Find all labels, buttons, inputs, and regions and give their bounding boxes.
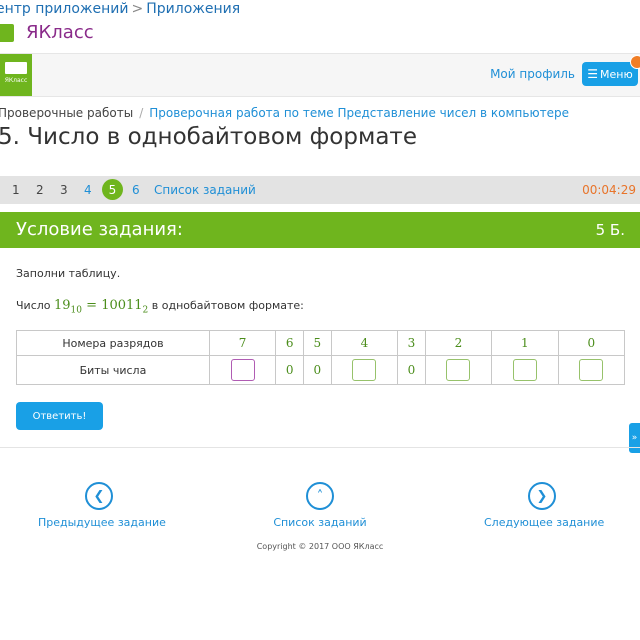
page-2[interactable]: 2 [36,183,44,197]
breadcrumb-app-center[interactable]: ентр приложений [0,1,129,17]
task-pager: 1 2 3 4 5 6 Список заданий 00:04:29 [0,176,640,204]
position-cell: 7 [208,330,277,356]
page-breadcrumb: Проверочные работы / Проверочная работа по… [0,106,569,120]
position-cell: 6 [275,330,305,356]
site-logo[interactable]: ЯКласс [0,54,32,96]
task-header: Условие задания: 5 Б. [0,212,640,248]
book-icon [0,23,14,42]
position-cell: 3 [397,330,426,356]
next-task-label[interactable]: Следующее задание [484,516,604,529]
chevron-left-icon[interactable]: ❮ [85,482,113,510]
table-row-positions: Номера разрядов 7 6 5 4 3 2 1 0 [16,330,626,356]
breadcrumb-tests[interactable]: Проверочные работы [0,106,133,120]
prev-task-nav[interactable]: ❮ Предыдущее задание [38,482,166,529]
bit-cell [491,355,559,385]
page-title: 5. Число в однобайтовом формате [0,124,417,150]
task-instruction: Заполни таблицу. [16,267,121,280]
bit-input-4[interactable] [352,359,377,381]
task-score: 5 Б. [595,221,625,239]
prev-task-label[interactable]: Предыдущее задание [38,516,166,529]
chevron-up-icon[interactable]: ˄ [306,482,334,510]
breadcrumb-test-topic[interactable]: Проверочная работа по теме Представление… [149,106,569,120]
position-cell: 4 [330,330,399,356]
bit-input-1[interactable] [512,359,537,381]
book-icon [5,62,27,74]
page-6[interactable]: 6 [132,183,140,197]
next-task-nav[interactable]: ❯ Следующее задание [484,482,604,529]
bit-cell [208,355,277,385]
hamburger-icon: ☰ [587,67,599,81]
menu-button[interactable]: ☰ Меню [582,55,640,86]
bits-table: Номера разрядов 7 6 5 4 3 2 1 0 Биты чис… [16,330,626,385]
profile-link[interactable]: Мой профиль [490,67,575,81]
table-row-bits: Биты числа 0 0 0 [16,355,626,385]
page-3[interactable]: 3 [60,183,68,197]
task-list-nav[interactable]: ˄ Список заданий [270,482,370,529]
position-cell: 5 [303,330,332,356]
breadcrumb-apps[interactable]: Приложения [146,1,240,17]
breadcrumb-separator: > [131,1,144,17]
bit-cell [424,355,493,385]
logo-text: ЯКласс [4,77,28,84]
positions-label: Номера разрядов [16,330,210,356]
copyright: Copyright © 2017 ООО ЯКласс [256,542,384,551]
decimal-base: 10 [70,305,82,316]
menu-label: Меню [600,67,633,81]
timer: 00:04:29 [582,183,636,197]
bit-cell [330,355,399,385]
decimal-number: 19 [54,298,71,313]
bit-input-0[interactable] [579,359,604,381]
position-cell: 1 [491,330,559,356]
breadcrumb-separator: / [139,106,144,120]
divider [0,447,640,448]
position-cell: 0 [557,330,626,356]
answer-button[interactable]: Ответить! [16,402,103,430]
page-5-current: 5 [102,179,123,200]
page-4[interactable]: 4 [84,183,92,197]
binary-base: 2 [142,305,149,316]
bit-cell: 0 [275,355,305,385]
bit-cell [557,355,626,385]
position-cell: 2 [424,330,493,356]
task-list-link[interactable]: Список заданий [154,183,256,197]
bit-cell: 0 [397,355,426,385]
brand[interactable]: ЯКласс [0,22,94,43]
page-1[interactable]: 1 [12,183,20,197]
bit-input-7[interactable] [230,359,255,381]
task-header-title: Условие задания: [16,219,183,240]
chevron-right-icon[interactable]: ❯ [528,482,556,510]
side-panel-toggle[interactable]: » [629,423,640,453]
bit-input-2[interactable] [446,359,471,381]
bit-cell: 0 [303,355,332,385]
task-statement: Число 1910 = 100112 в однобайтовом форма… [16,298,304,316]
number-formula: 1910 = 100112 [54,298,149,316]
statement-suffix: в однобайтовом формате: [151,299,304,312]
task-list-label[interactable]: Список заданий [270,516,370,529]
brand-name: ЯКласс [26,22,94,43]
bits-label: Биты числа [16,355,210,385]
notification-dot [630,55,640,69]
equals-sign: = [86,298,98,313]
statement-prefix: Число [16,299,51,312]
binary-number: 10011 [101,298,143,313]
top-breadcrumb: ентр приложений > Приложения [0,1,240,17]
header-bar: ЯКласс Мой профиль ☰ Меню [0,53,640,97]
